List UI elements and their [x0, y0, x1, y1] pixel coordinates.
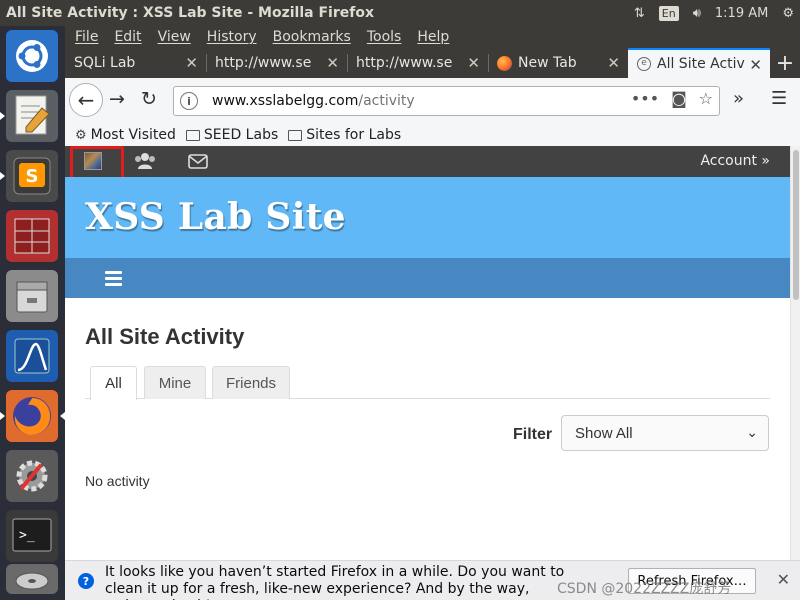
disk-icon[interactable]	[6, 564, 58, 594]
new-tab-button[interactable]: +	[770, 48, 800, 78]
files-icon[interactable]	[6, 270, 58, 322]
bookmark-sites-for-labs[interactable]: Sites for Labs	[288, 127, 401, 143]
tab-http-1[interactable]: http://www.se ✕	[206, 48, 347, 78]
tab-label: All Site Activ	[657, 56, 745, 72]
url-text[interactable]: www.xsslabelgg.com/activity	[212, 93, 415, 109]
reload-icon[interactable]: ↻	[141, 88, 157, 110]
ghex-icon[interactable]	[6, 210, 58, 262]
refresh-firefox-notification: ? It looks like you haven’t started Fire…	[65, 560, 800, 600]
terminal-icon[interactable]: >_	[6, 510, 58, 562]
svg-text:>_: >_	[19, 528, 35, 543]
scrollbar-thumb[interactable]	[793, 150, 799, 300]
tab-label: http://www.se	[215, 55, 312, 71]
system-settings-icon[interactable]	[6, 450, 58, 502]
overflow-chevron-icon[interactable]: »	[733, 88, 744, 109]
menu-edit[interactable]: Edit	[114, 29, 141, 45]
page-viewport: Account » XSS Lab Site All Site Activity…	[65, 146, 800, 600]
elgg-topbar: Account »	[65, 146, 790, 177]
filter-select[interactable]: Show All ⌄	[561, 415, 769, 451]
elgg-tab-icon: e	[637, 57, 651, 71]
site-menu-icon[interactable]	[105, 271, 122, 286]
tab-http-2[interactable]: http://www.se ✕	[347, 48, 488, 78]
text-editor-icon[interactable]	[0, 90, 58, 142]
window-title: All Site Activity : XSS Lab Site - Mozil…	[6, 5, 374, 21]
filter-label: Filter	[513, 426, 553, 443]
site-navigation-bar	[65, 258, 790, 298]
bookmarks-toolbar: ⚙ Most Visited SEED Labs Sites for Labs	[65, 124, 800, 146]
sublime-text-icon[interactable]: S	[0, 150, 58, 202]
site-title[interactable]: XSS Lab Site	[85, 196, 346, 238]
firefox-tab-icon	[497, 55, 512, 71]
power-gear-icon[interactable]: ⚙	[782, 6, 794, 21]
menu-bookmarks[interactable]: Bookmarks	[273, 29, 351, 45]
activity-tabs: All Mine Friends	[85, 366, 770, 400]
system-top-panel: All Site Activity : XSS Lab Site - Mozil…	[0, 0, 800, 26]
site-info-icon[interactable]: i	[180, 92, 198, 110]
tab-friends[interactable]: Friends	[212, 366, 290, 399]
close-tab-icon[interactable]: ✕	[467, 54, 480, 72]
clock[interactable]: 1:19 AM	[715, 6, 768, 21]
wireshark-icon[interactable]	[6, 330, 58, 382]
tab-strip: SQLi Lab ✕ http://www.se ✕ http://www.se…	[65, 48, 800, 78]
tab-label: SQLi Lab	[74, 55, 136, 71]
menu-bar: File Edit View History Bookmarks Tools H…	[65, 26, 800, 48]
forward-arrow-icon[interactable]: →	[109, 88, 125, 110]
back-button[interactable]: ←	[69, 83, 103, 117]
bookmark-star-icon[interactable]: ☆	[699, 89, 713, 108]
system-tray: ⇅ En 🔊︎ 1:19 AM ⚙	[634, 0, 794, 26]
notification-message: It looks like you haven’t started Firefo…	[105, 564, 565, 600]
menu-tools[interactable]: Tools	[367, 29, 402, 45]
bookmark-most-visited[interactable]: ⚙ Most Visited	[75, 127, 176, 143]
ubuntu-dash-icon[interactable]	[6, 30, 58, 82]
no-activity-text: No activity	[85, 473, 150, 489]
filter-value: Show All	[575, 424, 633, 442]
close-notification-icon[interactable]: ✕	[777, 570, 790, 589]
menu-file[interactable]: File	[75, 29, 98, 45]
network-icon[interactable]: ⇅	[634, 6, 645, 21]
tab-label: New Tab	[518, 55, 577, 71]
url-bar[interactable]: i www.xsslabelgg.com/activity ••• ◙ ☆	[173, 86, 720, 116]
close-tab-icon[interactable]: ✕	[326, 54, 339, 72]
menu-help[interactable]: Help	[417, 29, 449, 45]
firefox-window: File Edit View History Bookmarks Tools H…	[65, 26, 800, 600]
close-tab-icon[interactable]: ✕	[607, 54, 620, 72]
menu-history[interactable]: History	[207, 29, 257, 45]
tab-new-tab[interactable]: New Tab ✕	[488, 48, 628, 78]
volume-icon[interactable]: 🔊︎	[693, 6, 701, 21]
back-arrow-icon: ←	[77, 88, 95, 112]
watermark-text: CSDN @2022ZZZZ庞舒芳	[557, 581, 732, 597]
navigation-toolbar: ← → ↻ i www.xsslabelgg.com/activity ••• …	[65, 78, 800, 124]
folder-icon	[185, 129, 200, 141]
friends-icon[interactable]	[134, 151, 156, 171]
tab-sqli-lab[interactable]: SQLi Lab ✕	[65, 48, 206, 78]
folder-icon	[288, 129, 303, 141]
page-title: All Site Activity	[85, 324, 245, 349]
close-tab-icon[interactable]: ✕	[749, 56, 762, 74]
bookmark-seed-labs[interactable]: SEED Labs	[185, 127, 278, 143]
messages-envelope-icon[interactable]	[187, 151, 209, 171]
svg-text:S: S	[26, 166, 39, 187]
tab-mine[interactable]: Mine	[144, 366, 206, 399]
main-content: All Site Activity All Mine Friends Filte…	[65, 298, 790, 600]
tab-label: http://www.se	[356, 55, 453, 71]
menu-view[interactable]: View	[158, 29, 191, 45]
keyboard-layout-indicator[interactable]: En	[658, 5, 679, 21]
account-menu[interactable]: Account »	[700, 153, 770, 169]
close-tab-icon[interactable]: ✕	[185, 54, 198, 72]
chevron-down-icon: ⌄	[746, 424, 758, 440]
tab-all[interactable]: All	[90, 366, 137, 400]
pocket-icon[interactable]: ◙	[671, 89, 687, 108]
tab-all-site-activity[interactable]: e All Site Activ ✕	[628, 48, 770, 78]
question-icon: ?	[78, 573, 94, 589]
unity-launcher: S >_	[0, 26, 65, 600]
hamburger-menu-icon[interactable]: ☰	[771, 88, 787, 109]
firefox-icon[interactable]	[0, 390, 65, 442]
gear-icon: ⚙	[75, 127, 87, 143]
page-actions-icon[interactable]: •••	[631, 89, 659, 108]
page-scrollbar[interactable]	[790, 146, 800, 600]
site-header: XSS Lab Site	[65, 177, 790, 258]
